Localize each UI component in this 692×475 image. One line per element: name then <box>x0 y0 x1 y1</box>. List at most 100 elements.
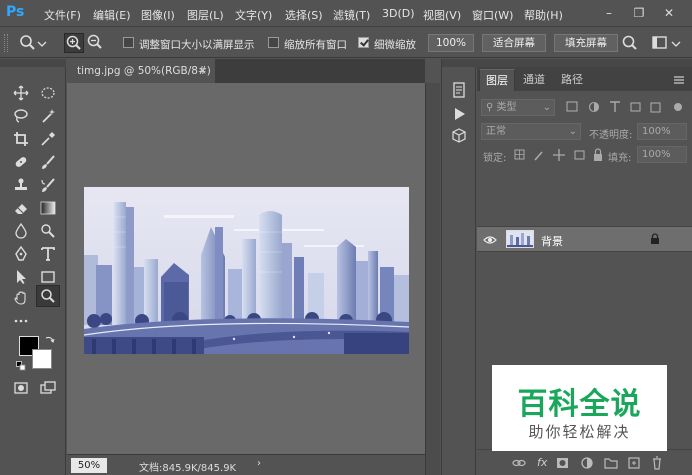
brush-tool-icon[interactable] <box>36 151 60 173</box>
zoom-level-field[interactable]: 50% <box>71 458 107 473</box>
menu-window[interactable]: 窗口(W) <box>472 7 513 23</box>
scrubby-zoom-checkbox[interactable] <box>358 37 369 48</box>
menu-type[interactable]: 文字(Y) <box>235 7 272 23</box>
layer-thumbnail <box>506 230 534 248</box>
fit-screen-button[interactable]: 适合屏幕 <box>482 34 546 52</box>
zoom-all-windows-label: 缩放所有窗口 <box>284 39 347 51</box>
toolbox-header <box>0 59 66 67</box>
close-tab-icon[interactable]: × <box>198 59 207 83</box>
resize-windows-label: 调整窗口大小以满屏显示 <box>139 39 255 51</box>
filter-kind-select[interactable]: ⚲ 类型 ⌄ <box>481 99 555 116</box>
preset-dropdown-icon[interactable] <box>36 33 48 53</box>
zoom-all-windows-checkbox[interactable] <box>268 37 279 48</box>
resize-windows-checkbox[interactable] <box>123 37 134 48</box>
workspace-dropdown-icon[interactable] <box>670 33 682 53</box>
fill-screen-button[interactable]: 填充屏幕 <box>554 34 618 52</box>
layer-row[interactable]: 背景 <box>477 226 692 252</box>
actions-play-icon[interactable] <box>450 105 468 123</box>
eye-icon[interactable] <box>483 233 497 247</box>
history-brush-tool-icon[interactable] <box>36 174 60 196</box>
vertical-scrollbar[interactable] <box>425 83 440 475</box>
clone-stamp-tool-icon[interactable] <box>9 174 33 196</box>
zoom-out-icon[interactable] <box>86 33 106 53</box>
dodge-tool-icon[interactable] <box>36 220 60 242</box>
menu-select[interactable]: 选择(S) <box>285 7 323 23</box>
minimize-icon[interactable]: – <box>598 4 620 22</box>
pen-tool-icon[interactable] <box>9 243 33 265</box>
layer-style-fx-icon[interactable]: fx <box>537 456 547 469</box>
3d-panel-icon[interactable] <box>450 127 468 145</box>
screen-mode-icon[interactable] <box>36 377 60 399</box>
opacity-label: 不透明度: <box>589 130 633 141</box>
menu-help[interactable]: 帮助(H) <box>524 7 563 23</box>
marquee-tool-icon[interactable] <box>36 82 60 104</box>
lasso-tool-icon[interactable] <box>9 105 33 127</box>
menu-edit[interactable]: 编辑(E) <box>93 7 131 23</box>
zoom-tool-icon[interactable] <box>36 285 60 307</box>
blend-mode-select[interactable]: 正常 ⌄ <box>481 123 581 140</box>
default-colors-icon[interactable] <box>16 361 26 371</box>
menu-bar: Ps 文件(F) 编辑(E) 图像(I) 图层(L) 文字(Y) 选择(S) 滤… <box>0 0 692 27</box>
document-tab[interactable]: timg.jpg @ 50%(RGB/8#) × <box>67 59 215 83</box>
eyedropper-tool-icon[interactable] <box>36 128 60 150</box>
magic-wand-tool-icon[interactable] <box>36 105 60 127</box>
document-image <box>84 187 409 354</box>
filter-kind-label: 类型 <box>496 102 517 113</box>
type-tool-icon[interactable] <box>36 243 60 265</box>
scrubby-zoom-label: 细微缩放 <box>374 39 416 51</box>
search-icon[interactable] <box>620 33 640 53</box>
close-window-icon[interactable]: ✕ <box>658 4 680 22</box>
filter-icons <box>565 99 687 115</box>
panel-header <box>477 59 692 67</box>
zoom-in-icon[interactable] <box>64 33 84 53</box>
move-tool-icon[interactable] <box>9 82 33 104</box>
options-bar: 调整窗口大小以满屏显示 缩放所有窗口 细微缩放 100% 适合屏幕 填充屏幕 <box>0 28 692 58</box>
menu-file[interactable]: 文件(F) <box>44 7 81 23</box>
document-tab-title: timg.jpg @ 50%(RGB/8#) <box>77 65 211 77</box>
layer-name[interactable]: 背景 <box>541 233 563 249</box>
menu-3d[interactable]: 3D(D) <box>382 7 415 20</box>
watermark-sub-text: 助你轻松解决 <box>528 423 631 441</box>
path-selection-tool-icon[interactable] <box>9 266 33 288</box>
eraser-tool-icon[interactable] <box>9 197 33 219</box>
menu-image[interactable]: 图像(I) <box>141 7 175 23</box>
workspace-icon[interactable] <box>650 33 670 53</box>
gradient-tool-icon[interactable] <box>36 197 60 219</box>
tab-paths[interactable]: 路径 <box>555 69 589 91</box>
menu-filter[interactable]: 滤镜(T) <box>333 7 370 23</box>
photoshop-logo: Ps <box>6 4 25 20</box>
healing-brush-tool-icon[interactable] <box>9 151 33 173</box>
lock-label: 锁定: <box>483 153 507 164</box>
fill-field[interactable]: 100% <box>637 146 687 163</box>
quick-mask-icon[interactable] <box>9 377 33 399</box>
watermark-logo: 百科全说 助你轻松解决 <box>492 365 667 451</box>
zoom-100-button[interactable]: 100% <box>428 34 474 52</box>
status-menu-arrow[interactable]: › <box>257 458 261 469</box>
zoom-tool-preset-icon[interactable] <box>18 33 38 53</box>
background-color-swatch[interactable] <box>32 349 52 369</box>
panel-menu-icon[interactable] <box>673 74 685 86</box>
document-tab-bar: timg.jpg @ 50%(RGB/8#) × <box>67 59 425 83</box>
hand-tool-icon[interactable] <box>9 287 33 309</box>
lock-icons[interactable] <box>513 147 605 163</box>
history-panel-icon[interactable] <box>450 81 468 99</box>
more-tools-icon[interactable] <box>9 309 33 331</box>
tab-channels[interactable]: 通道 <box>517 69 551 91</box>
opacity-field[interactable]: 100% <box>637 123 687 140</box>
blur-tool-icon[interactable] <box>9 220 33 242</box>
menu-view[interactable]: 视图(V) <box>423 7 461 23</box>
watermark-main-text: 百科全说 <box>517 387 642 422</box>
menu-layer[interactable]: 图层(L) <box>187 7 224 23</box>
status-bar: 50% 文档:845.9K/845.9K › <box>67 454 425 475</box>
canvas-area[interactable] <box>67 83 425 454</box>
bottom-panel-icons <box>555 453 667 473</box>
strip-header <box>442 59 477 67</box>
collapsed-panels-strip <box>441 59 477 475</box>
restore-icon[interactable]: ❐ <box>628 4 650 22</box>
document-size-info[interactable]: 文档:845.9K/845.9K <box>139 459 236 474</box>
swap-colors-icon[interactable] <box>45 335 55 345</box>
tab-layers[interactable]: 图层 <box>479 69 515 91</box>
link-layers-icon[interactable] <box>512 456 526 470</box>
crop-tool-icon[interactable] <box>9 128 33 150</box>
fill-value: 100% <box>642 149 671 160</box>
